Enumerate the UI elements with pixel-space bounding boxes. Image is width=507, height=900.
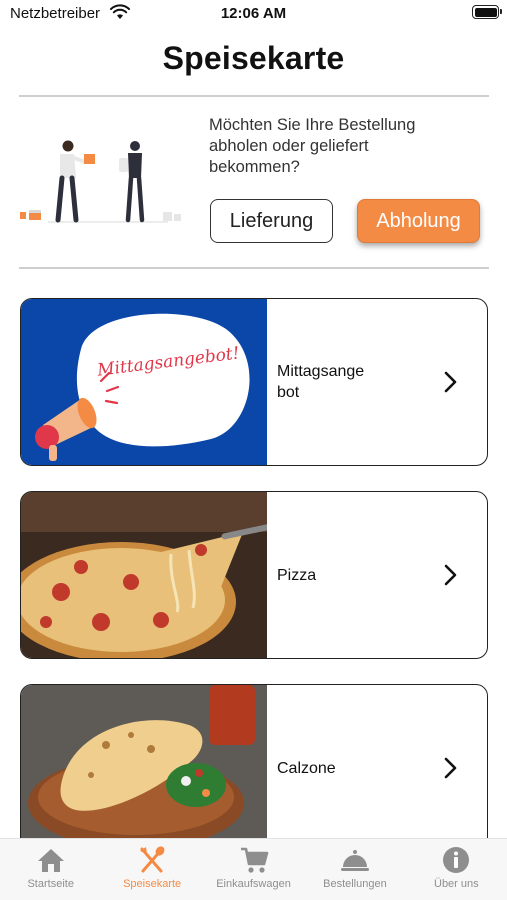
- tab-ueber-uns[interactable]: Über uns: [406, 839, 507, 900]
- label-line: Pizza: [277, 566, 317, 584]
- menu-category-calzone[interactable]: Calzone: [20, 684, 488, 852]
- question-line: abholen oder geliefert: [209, 137, 369, 155]
- order-type-question: Möchten Sie Ihre Bestellung abholen oder…: [209, 115, 469, 178]
- delivery-button[interactable]: Lieferung: [210, 199, 333, 243]
- delivery-illustration: [20, 140, 181, 223]
- menu-category-pizza[interactable]: Pizza: [20, 491, 488, 659]
- tab-bar: Startseite Speisekarte Einkaufswagen Bes…: [0, 838, 507, 900]
- tab-label: Speisekarte: [123, 878, 182, 890]
- cart-icon: [240, 847, 268, 873]
- pizza-image: [21, 492, 267, 658]
- chevron-right-icon: [444, 564, 457, 586]
- divider: [19, 267, 489, 269]
- home-icon: [37, 849, 64, 872]
- tab-label: Startseite: [27, 878, 74, 890]
- pickup-button[interactable]: Abholung: [357, 199, 480, 243]
- mittagsangebot-banner-image: Mittagsangebot!: [21, 299, 267, 465]
- menu-category-label: Calzone: [277, 685, 417, 851]
- tab-speisekarte[interactable]: Speisekarte: [101, 839, 202, 900]
- question-line: Möchten Sie Ihre Bestellung: [209, 116, 416, 134]
- cloche-icon: [340, 850, 369, 871]
- tab-startseite[interactable]: Startseite: [0, 839, 101, 900]
- status-bar: Netzbetreiber 12:06 AM: [0, 0, 507, 30]
- tab-label: Bestellungen: [323, 878, 387, 890]
- question-line: bekommen?: [209, 158, 300, 176]
- divider: [19, 95, 489, 97]
- battery-icon: [472, 5, 502, 19]
- chevron-right-icon: [444, 371, 457, 393]
- calzone-image: [21, 685, 267, 851]
- tab-label: Über uns: [434, 878, 479, 890]
- tab-label: Einkaufswagen: [216, 878, 291, 890]
- chevron-right-icon: [444, 757, 457, 779]
- tab-einkaufswagen[interactable]: Einkaufswagen: [203, 839, 304, 900]
- status-time: 12:06 AM: [220, 5, 287, 22]
- menu-category-label: Mittagsange bot: [277, 299, 417, 465]
- menu-category-label: Pizza: [277, 492, 417, 658]
- info-icon: [443, 847, 470, 873]
- menu-category-mittagsangebot[interactable]: Mittagsangebot! Mittagsange bot: [20, 298, 488, 466]
- label-line: Mittagsange: [277, 363, 365, 380]
- page-title: Speisekarte: [162, 40, 345, 76]
- fork-knife-icon: [140, 846, 165, 873]
- label-line: bot: [277, 384, 300, 401]
- label-line: Calzone: [277, 759, 336, 777]
- tab-bestellungen[interactable]: Bestellungen: [304, 839, 405, 900]
